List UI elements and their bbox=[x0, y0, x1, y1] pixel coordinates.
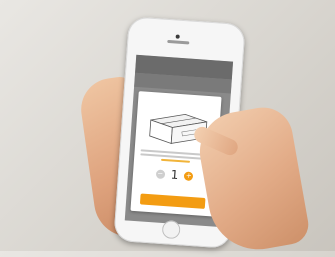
home-button[interactable] bbox=[161, 220, 181, 240]
quantity-value: 1 bbox=[170, 167, 179, 183]
earpiece-speaker bbox=[167, 39, 190, 45]
photo-scene: − 1 + bbox=[0, 0, 335, 257]
confirm-button[interactable] bbox=[139, 193, 206, 209]
increment-button[interactable]: + bbox=[184, 170, 194, 181]
front-camera bbox=[175, 34, 180, 39]
modal-title bbox=[139, 95, 222, 101]
decrement-button[interactable]: − bbox=[155, 168, 166, 179]
